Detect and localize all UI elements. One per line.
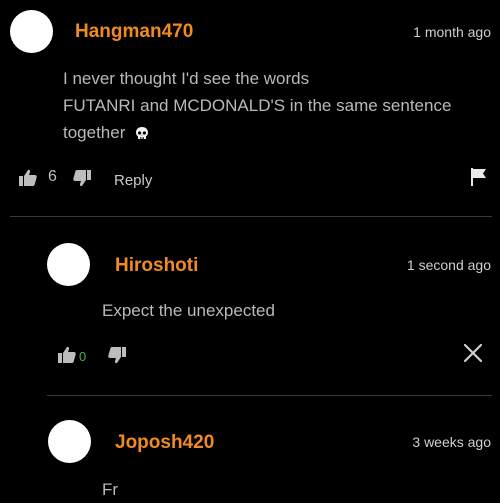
avatar[interactable] [10,10,53,53]
skull-emoji-icon [134,126,150,142]
comment-username[interactable]: Joposh420 [115,432,214,454]
dislike-button[interactable] [72,168,92,188]
thumbs-down-icon [108,347,126,364]
comment-text: Fr [102,480,119,499]
comment-username[interactable]: Hiroshoti [115,255,198,277]
thumbs-down-icon [73,170,91,187]
dislike-button[interactable] [107,345,127,365]
like-button[interactable] [18,168,38,188]
comment-text: Expect the unexpected [102,301,275,320]
comment-timestamp: 3 weeks ago [412,434,491,450]
delete-button[interactable] [463,343,483,363]
comment-timestamp: 1 second ago [406,257,491,273]
flag-icon [471,168,486,186]
comment-body: I never thought I'd see the words FUTANR… [63,65,493,146]
comment-username[interactable]: Hangman470 [75,21,193,43]
like-count: 6 [48,168,57,185]
comment-timestamp: 1 month ago [413,24,491,40]
like-button[interactable] [57,345,77,365]
close-icon [463,343,483,363]
reply-button[interactable]: Reply [114,172,152,189]
thumbs-up-icon [19,169,37,186]
thumbs-up-icon [58,346,76,363]
divider [10,216,492,217]
comment-text: I never thought I'd see the words FUTANR… [63,69,452,142]
report-button[interactable] [470,167,488,187]
like-count: 0 [79,349,87,364]
avatar[interactable] [47,243,90,286]
avatar[interactable] [48,420,91,463]
divider [47,395,492,396]
